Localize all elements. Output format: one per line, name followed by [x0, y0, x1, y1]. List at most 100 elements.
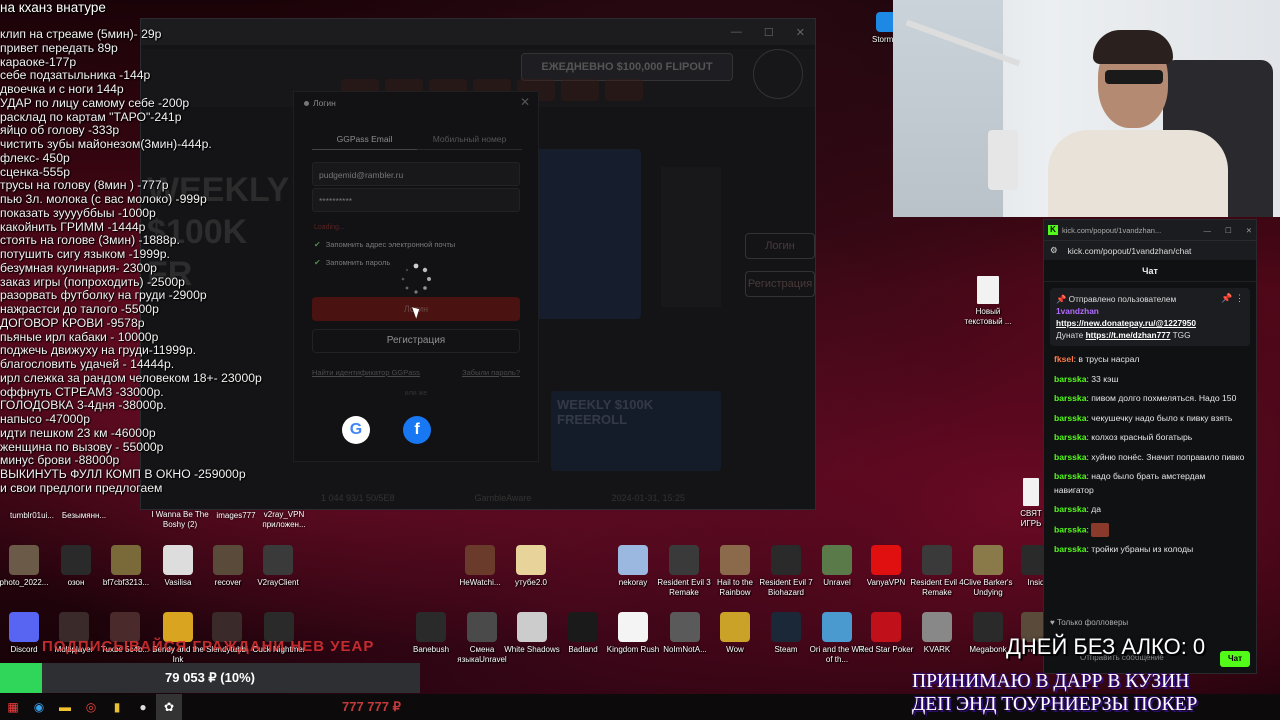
tab-mobile-number[interactable]: Мобильный номер: [417, 134, 522, 150]
desktop-icon[interactable]: VanyaVPN: [858, 545, 914, 588]
game-tile[interactable]: [605, 79, 643, 101]
desktop-icon[interactable]: Resident Evil 3 Remake: [656, 545, 712, 598]
footer-brand[interactable]: GambleAware: [475, 493, 532, 503]
desktop-icon[interactable]: Vasilisa: [150, 545, 206, 588]
start-menu-icon[interactable]: ▦: [0, 694, 26, 720]
app-icon: [163, 545, 193, 575]
app-icon: [618, 545, 648, 575]
site-settings-icon[interactable]: ⚙: [1050, 245, 1058, 256]
desktop-icon[interactable]: photo_2022...: [0, 545, 52, 588]
accept-overlay-text: ПРИНИМАЮ В ДАРР В КУЗИН ДЕП ЭНД ТОУРНИЕР…: [912, 670, 1262, 716]
desktop-icon[interactable]: Unravel: [809, 545, 865, 588]
desktop-icon[interactable]: Wow: [707, 612, 763, 655]
loading-spinner-icon: [401, 263, 431, 294]
chrome-icon[interactable]: ◎: [78, 694, 104, 720]
desktop-icon[interactable]: recover: [200, 545, 256, 588]
donation-goal-bar: 79 053 ₽ (10%): [0, 663, 420, 693]
app-icon: [516, 545, 546, 575]
chat-username[interactable]: barsska: [1054, 393, 1087, 403]
close-icon[interactable]: ✕: [796, 26, 805, 39]
desktop-icon[interactable]: nekoray: [605, 545, 661, 588]
kick-logo-icon: K: [1048, 225, 1058, 235]
desktop-icon[interactable]: Kingdom Rush: [605, 612, 661, 655]
desktop-icon[interactable]: KVARK: [909, 612, 965, 655]
pinned-link-telegram[interactable]: https://t.me/dzhan777: [1086, 330, 1171, 340]
apple-icon[interactable]: [464, 416, 492, 444]
desktop-icon[interactable]: Ori and the Will of th...: [809, 612, 865, 665]
desktop-icon[interactable]: White Shadows: [504, 612, 560, 655]
chat-username[interactable]: barsska: [1054, 471, 1087, 481]
desktop-icon-label: озон: [67, 578, 85, 587]
desktop-icon[interactable]: Badland: [555, 612, 611, 655]
desktop-icon[interactable]: Hail to the Rainbow: [707, 545, 763, 598]
address-bar[interactable]: ⚙ kick.com/popout/1vandzhan/chat: [1044, 240, 1256, 260]
overlay-item: трусы на голову (8мин ) -777р: [0, 178, 169, 193]
app-active-icon[interactable]: ✿: [156, 694, 182, 720]
desktop-icon-label[interactable]: I Wanna Be The Boshy (2): [150, 510, 210, 530]
desktop-icon[interactable]: bf7cbf3213...: [98, 545, 154, 588]
game-tile[interactable]: [561, 79, 599, 101]
side-login-button[interactable]: Логин: [745, 233, 815, 259]
find-id-link[interactable]: Найти идентификатор GGPass: [312, 368, 420, 377]
checkmark-icon: ✔: [314, 240, 321, 249]
desktop-icon[interactable]: Resident Evil 4 Remake: [909, 545, 965, 598]
facebook-icon[interactable]: f: [403, 416, 431, 444]
minimize-icon[interactable]: —: [1203, 226, 1211, 235]
remember-password-checkbox[interactable]: ✔ Запомнить пароль: [314, 258, 390, 267]
minimize-icon[interactable]: —: [731, 26, 742, 38]
chat-username[interactable]: barsska: [1054, 374, 1087, 384]
chat-username[interactable]: barsska: [1054, 524, 1087, 534]
file-explorer-icon[interactable]: ▬: [52, 694, 78, 720]
desktop-icon[interactable]: озон: [48, 545, 104, 588]
app-icon: [922, 612, 952, 642]
desktop-icon[interactable]: Red Star Poker: [858, 612, 914, 655]
chat-send-button[interactable]: Чат: [1220, 651, 1250, 667]
google-icon[interactable]: G: [342, 416, 370, 444]
close-icon[interactable]: ✕: [1246, 226, 1252, 235]
promo-banner[interactable]: ЕЖЕДНЕВНО $100,000 FLIPOUT: [521, 53, 733, 81]
remember-email-checkbox[interactable]: ✔ Запомнить адрес электронной почты: [314, 240, 455, 249]
freeroll-banner[interactable]: WEEKLY $100K FREEROLL: [551, 391, 721, 471]
desktop-icon-text-doc[interactable]: Новый текстовый ...: [960, 276, 1016, 327]
maximize-icon[interactable]: ☐: [764, 26, 774, 39]
chat-username[interactable]: barsska: [1054, 413, 1087, 423]
chat-username[interactable]: fksel: [1054, 354, 1074, 364]
side-register-button[interactable]: Регистрация: [745, 271, 815, 297]
maximize-icon[interactable]: ☐: [1225, 226, 1232, 235]
app-icon: [669, 545, 699, 575]
email-field[interactable]: pudgemid@rambler.ru: [312, 162, 520, 186]
password-field[interactable]: **********: [312, 188, 520, 212]
desktop-icon-label: Resident Evil 4 Remake: [910, 578, 964, 597]
desktop-icon[interactable]: Смена языкаUnravel: [454, 612, 510, 665]
desktop-icon-label[interactable]: Безымянн...: [54, 511, 114, 521]
desktop-icon-label[interactable]: v2ray_VPN приложен...: [254, 510, 314, 530]
pinned-user[interactable]: 1vandzhan: [1056, 305, 1244, 317]
pinned-link-donate[interactable]: https://new.donatepay.ru/@1227950: [1056, 318, 1196, 328]
desktop-icon[interactable]: V2rayClient: [250, 545, 306, 588]
overlay-item: себе подзатыльника -144р: [0, 68, 151, 83]
desktop-icon[interactable]: NoImNotA...: [657, 612, 713, 655]
app-yellow-icon[interactable]: ▮: [104, 694, 130, 720]
chat-message-text: : хуйню понёс. Значит поправило пивко: [1086, 451, 1245, 462]
desktop-icon-label[interactable]: tumblr01ui...: [2, 511, 62, 521]
profile-icon[interactable]: [753, 49, 803, 99]
desktop-icon[interactable]: утубе2.0: [503, 545, 559, 588]
register-button[interactable]: Регистрация: [312, 329, 520, 353]
pin-icon[interactable]: 📌 ⋮: [1221, 292, 1244, 304]
obs-icon[interactable]: ●: [130, 694, 156, 720]
desktop-icon-svyat[interactable]: СВЯТ ИГРЬ: [1016, 478, 1046, 529]
chat-username[interactable]: barsska: [1054, 452, 1087, 462]
pinned-message: 📌 ⋮ 📌 Отправлено пользователем 1vandzhan…: [1050, 288, 1250, 346]
app-icon: [9, 545, 39, 575]
desktop-icon[interactable]: Resident Evil 7 Biohazard: [758, 545, 814, 598]
tab-ggpass-email[interactable]: GGPass Email: [312, 134, 417, 150]
modal-close-icon[interactable]: ✕: [520, 95, 530, 109]
chat-username[interactable]: barsska: [1054, 432, 1087, 442]
edge-icon[interactable]: ◉: [26, 694, 52, 720]
desktop-icon[interactable]: HeWatchi...: [452, 545, 508, 588]
forgot-password-link[interactable]: Забыли пароль?: [462, 368, 520, 377]
desktop-icon[interactable]: Banebush: [403, 612, 459, 655]
desktop-icon[interactable]: Steam: [758, 612, 814, 655]
chat-username[interactable]: barsska: [1054, 544, 1087, 554]
chat-username[interactable]: barsska: [1054, 504, 1087, 514]
